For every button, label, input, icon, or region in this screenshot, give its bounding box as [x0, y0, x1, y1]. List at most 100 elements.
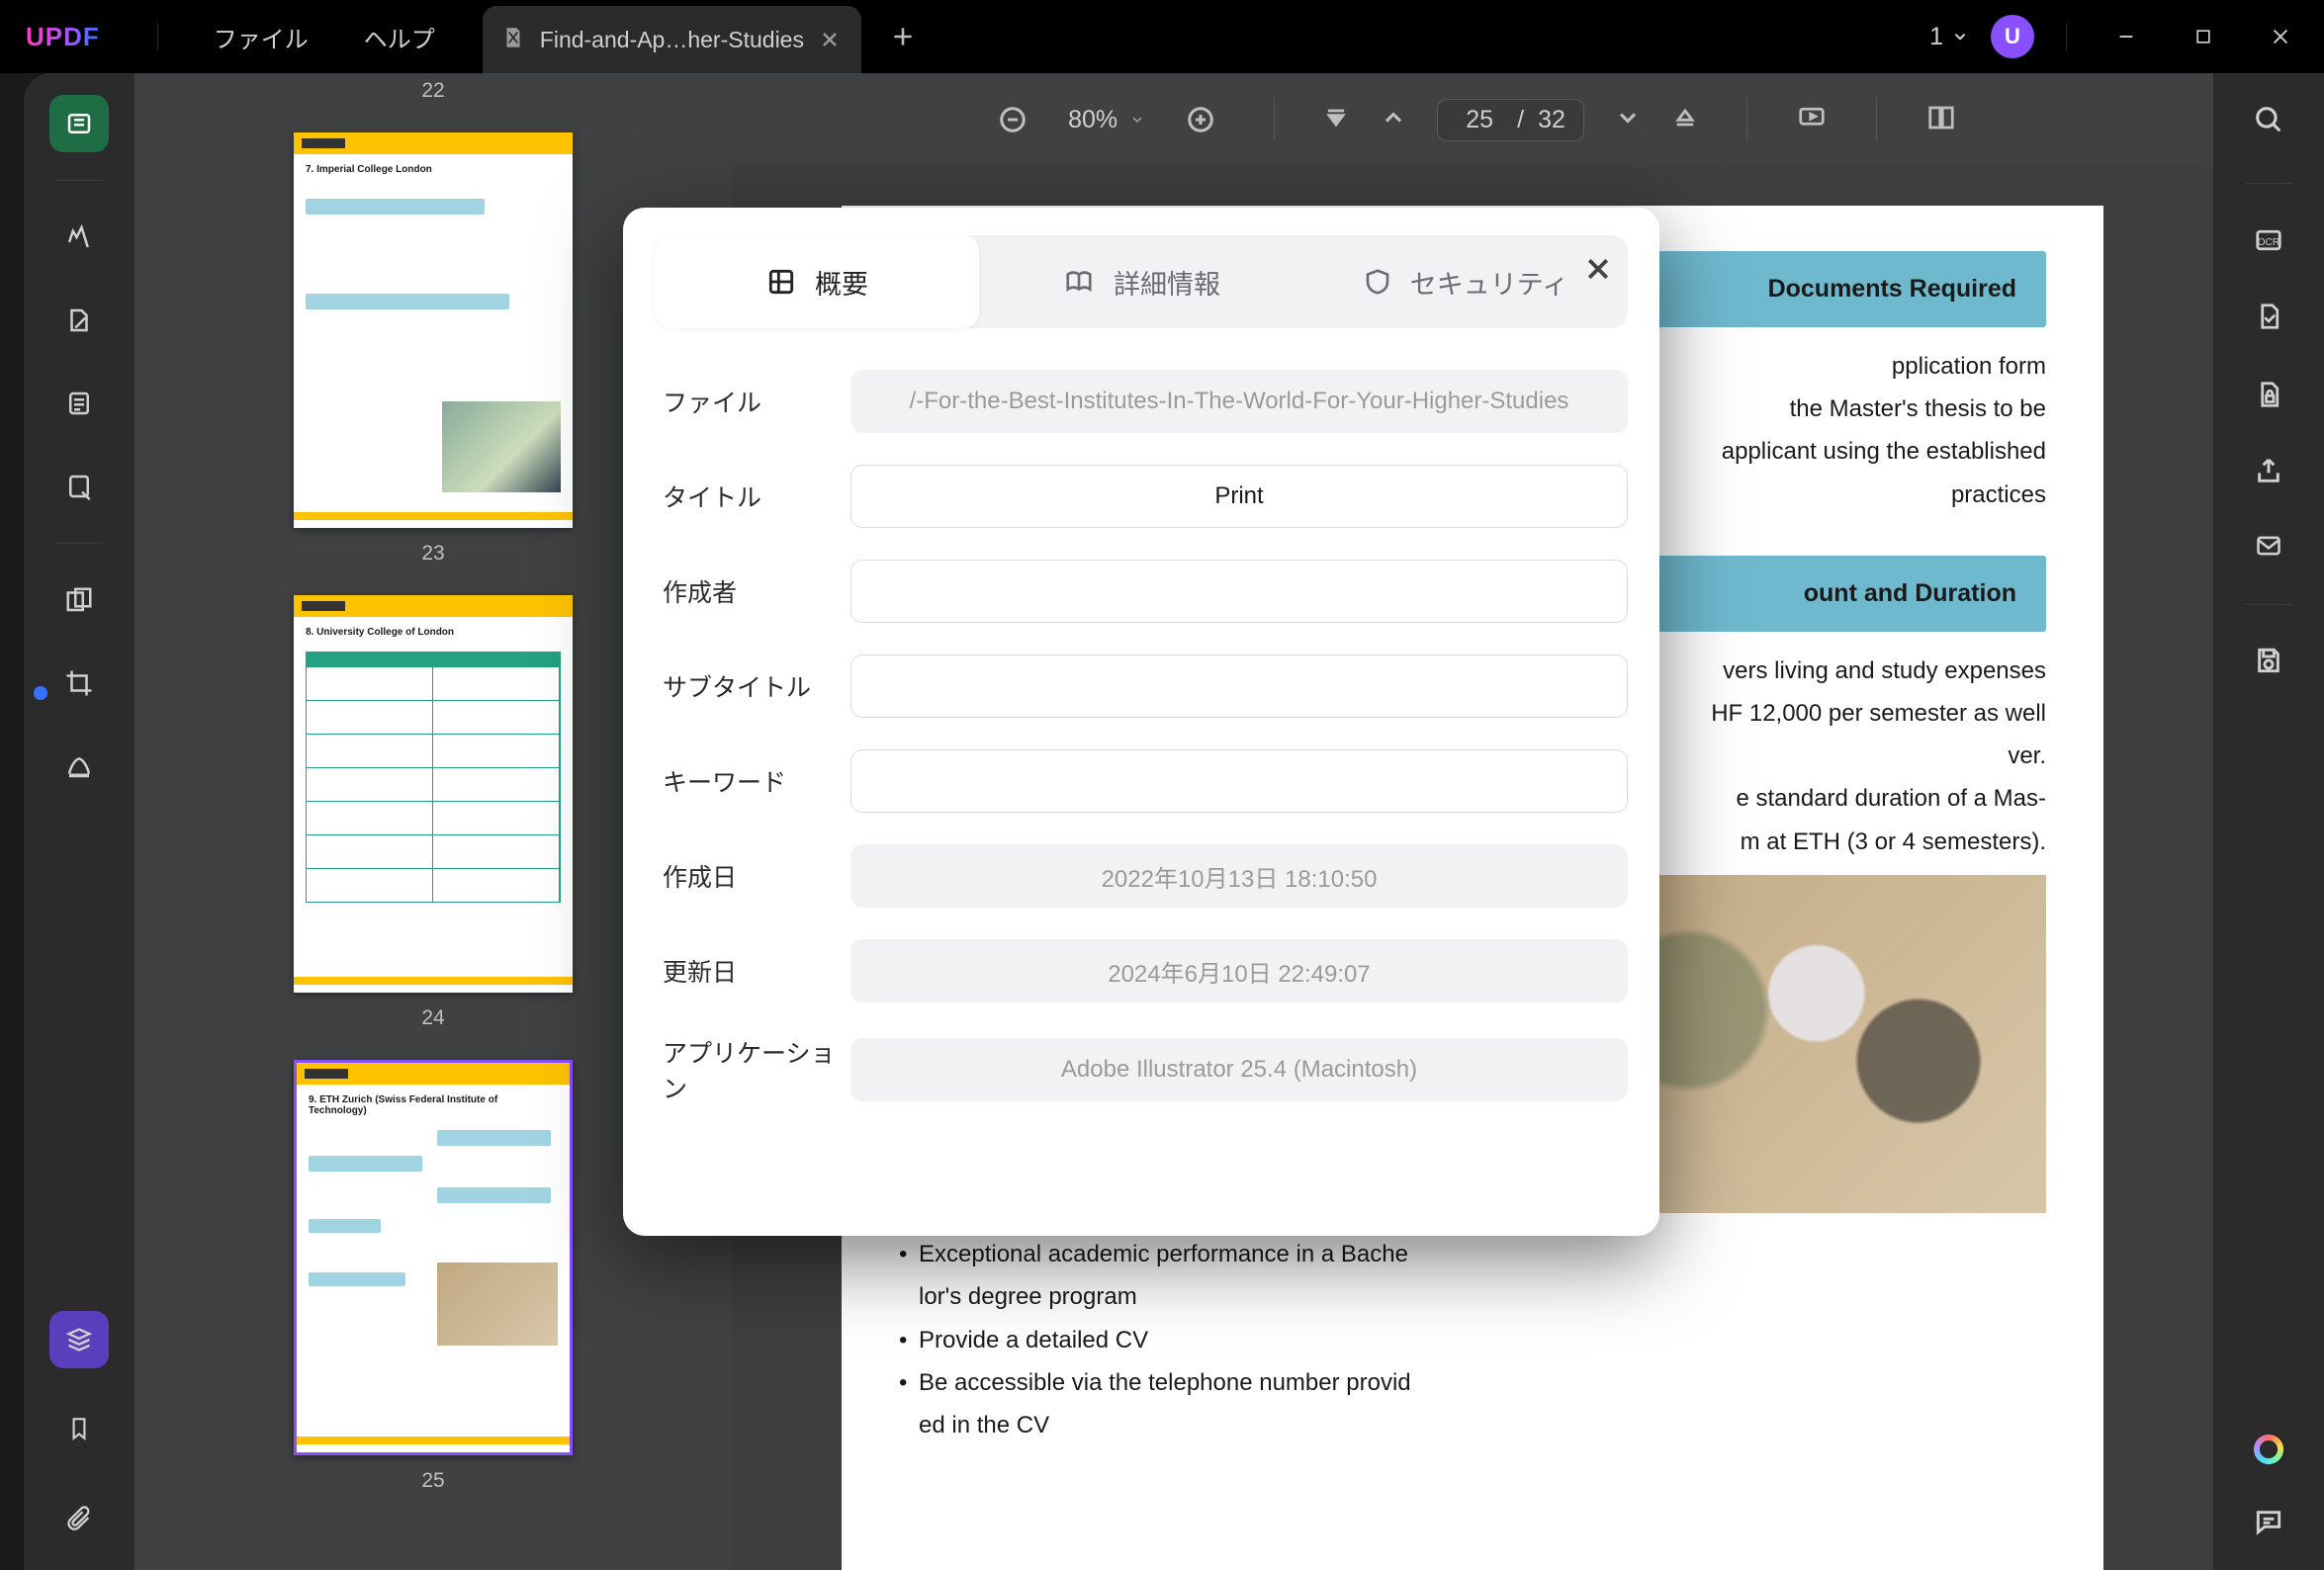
tab-close-icon[interactable]	[818, 28, 842, 51]
export-button[interactable]	[2254, 300, 2283, 338]
divider	[55, 180, 103, 181]
menu-file[interactable]: ファイル	[186, 20, 336, 54]
value-modified: 2024年6月10日 22:49:07	[850, 939, 1628, 1003]
window-close-button[interactable]	[2253, 14, 2308, 59]
thumb-label: 24	[184, 1006, 682, 1030]
page-layout-button[interactable]	[1924, 103, 1958, 137]
zoom-dropdown[interactable]: 80%	[1068, 106, 1145, 134]
thumb-page-title: 7. Imperial College London	[306, 164, 561, 175]
dialog-close-button[interactable]	[1576, 247, 1620, 291]
zoom-out-button[interactable]	[987, 94, 1038, 145]
comment-tool[interactable]	[49, 209, 109, 266]
indicator-dot-icon	[34, 686, 47, 700]
window-maximize-button[interactable]	[2176, 14, 2231, 59]
document-properties-dialog: 概要 詳細情報 セキュリティ ファイル /-For-the-Best-Insti…	[623, 208, 1659, 1236]
watermark-tool[interactable]	[49, 738, 109, 795]
ai-button[interactable]	[2248, 1429, 2289, 1470]
label-author: 作成者	[663, 573, 850, 609]
label-title: タイトル	[663, 479, 850, 514]
label-keywords: キーワード	[663, 763, 850, 799]
thumbnail-page-24[interactable]: 8. University College of London	[294, 595, 573, 993]
page-total: 32	[1538, 106, 1565, 134]
tab-title: Find-and-Ap…her-Studies	[540, 27, 804, 53]
thumbnail-page-25[interactable]: 9. ETH Zurich (Swiss Federal Institute o…	[294, 1060, 573, 1455]
prev-page-button[interactable]	[1380, 104, 1407, 136]
label-application: アプリケーション	[663, 1034, 850, 1105]
avatar[interactable]: U	[1991, 15, 2034, 58]
page-current[interactable]	[1456, 106, 1503, 134]
divider	[1746, 98, 1747, 141]
page-number-input[interactable]: / 32	[1437, 99, 1584, 141]
thumb-page-title: 9. ETH Zurich (Swiss Federal Institute o…	[309, 1094, 558, 1116]
edit-tool[interactable]	[49, 292, 109, 349]
body-text: Be accessible via the telephone number p…	[919, 1369, 1411, 1396]
app-logo: UPDF	[26, 22, 100, 52]
label-modified: 更新日	[663, 953, 850, 989]
thumb-label: 25	[184, 1469, 682, 1493]
organize-tool[interactable]	[49, 375, 109, 432]
thumb-label: 22	[184, 79, 682, 103]
tab-count[interactable]: 1	[1929, 23, 1969, 51]
last-page-button[interactable]	[1671, 104, 1699, 136]
thumb-label: 23	[184, 542, 682, 566]
input-keywords[interactable]	[850, 749, 1628, 813]
input-author[interactable]	[850, 560, 1628, 623]
email-button[interactable]	[2252, 532, 2285, 565]
tab-label: セキュリティ	[1410, 263, 1568, 302]
left-toolbar	[24, 73, 134, 1570]
divider	[55, 543, 103, 544]
document-tab[interactable]: Find-and-Ap…her-Studies	[483, 6, 861, 73]
protect-button[interactable]	[2254, 378, 2283, 416]
divider	[1876, 98, 1877, 141]
page-sep: /	[1517, 106, 1524, 134]
form-tool[interactable]	[49, 458, 109, 515]
right-toolbar: OCR	[2213, 73, 2324, 1570]
divider	[1274, 98, 1275, 141]
label-created: 作成日	[663, 858, 850, 894]
reader-tool[interactable]	[49, 95, 109, 152]
body-text: Exceptional academic performance in a Ba…	[919, 1241, 1408, 1267]
input-subtitle[interactable]	[850, 654, 1628, 718]
zoom-value: 80%	[1068, 106, 1117, 134]
share-button[interactable]	[2252, 456, 2285, 492]
tab-details[interactable]: 詳細情報	[979, 235, 1303, 328]
presentation-button[interactable]	[1795, 103, 1829, 137]
thumbnail-panel-button[interactable]	[49, 1311, 109, 1368]
first-page-button[interactable]	[1322, 104, 1350, 136]
input-title[interactable]	[850, 465, 1628, 528]
divider	[2066, 23, 2067, 50]
chat-button[interactable]	[2253, 1506, 2284, 1542]
redact-tool[interactable]	[49, 571, 109, 629]
thumb-page-title: 8. University College of London	[306, 627, 561, 638]
menu-help[interactable]: ヘルプ	[336, 20, 463, 54]
tab-icon	[500, 25, 526, 55]
tab-label: 詳細情報	[1114, 263, 1220, 302]
window-minimize-button[interactable]	[2099, 14, 2154, 59]
crop-tool[interactable]	[49, 654, 109, 712]
search-button[interactable]	[2252, 103, 2285, 141]
thumbnail-page-23[interactable]: 7. Imperial College London	[294, 132, 573, 528]
divider	[2245, 183, 2292, 184]
value-file: /-For-the-Best-Institutes-In-The-World-F…	[850, 370, 1628, 433]
tab-count-value: 1	[1929, 23, 1943, 51]
next-page-button[interactable]	[1614, 104, 1642, 136]
label-file: ファイル	[663, 384, 850, 419]
value-created: 2022年10月13日 18:10:50	[850, 844, 1628, 908]
label-subtitle: サブタイトル	[663, 668, 850, 704]
zoom-in-button[interactable]	[1175, 94, 1226, 145]
divider	[157, 23, 158, 50]
page-toolbar: 80% / 32	[732, 73, 2213, 166]
body-text: lor's degree program	[919, 1283, 1137, 1310]
tab-overview[interactable]: 概要	[655, 235, 979, 328]
add-tab-button[interactable]	[883, 17, 923, 56]
ocr-button[interactable]: OCR	[2252, 225, 2285, 260]
save-button[interactable]	[2253, 645, 2284, 681]
value-application: Adobe Illustrator 25.4 (Macintosh)	[850, 1038, 1628, 1101]
dialog-tabs: 概要 詳細情報 セキュリティ	[655, 235, 1628, 328]
attachment-panel-button[interactable]	[49, 1489, 109, 1546]
body-text: Provide a detailed CV	[919, 1319, 1148, 1361]
tab-label: 概要	[815, 263, 868, 302]
bookmark-panel-button[interactable]	[49, 1400, 109, 1457]
body-text: ed in the CV	[919, 1412, 1049, 1439]
svg-text:OCR: OCR	[2258, 237, 2279, 248]
